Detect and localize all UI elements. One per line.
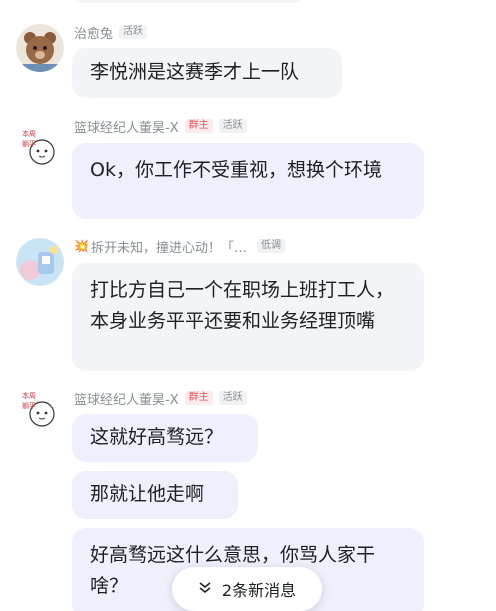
svg-text:本周: 本周 [22, 129, 36, 138]
group-owner-badge: 群主 [184, 119, 213, 133]
sender-name[interactable]: 篮球经纪人董昊-X [74, 117, 179, 136]
avatar[interactable] [16, 238, 64, 286]
avatar[interactable]: 本周 躺平 [16, 124, 64, 172]
low-key-badge: 低调 [256, 239, 285, 253]
avatar[interactable] [16, 24, 64, 72]
active-badge: 活跃 [119, 25, 148, 39]
message-bubble[interactable]: 李悦洲是这赛季才上一队 [72, 48, 342, 98]
cartoon-doodle-avatar-icon: 本周 躺平 [16, 386, 64, 434]
svg-text:躺平: 躺平 [22, 401, 36, 410]
teddy-bear-avatar-icon [16, 24, 64, 72]
message-bubble[interactable]: 那就让他走啊 [72, 471, 238, 519]
double-chevron-down-icon [198, 580, 212, 599]
active-badge: 活跃 [218, 391, 247, 405]
message-text: 那就让他走啊 [90, 483, 205, 505]
message-bubble[interactable]: 打比方自己一个在职场上班打工人，本身业务平平还要和业务经理顶嘴 [72, 263, 424, 371]
sender-name[interactable]: 拆开未知，撞进心动！「… [91, 237, 247, 256]
new-messages-label: 2条新消息 [221, 581, 297, 600]
active-badge: 活跃 [218, 119, 247, 133]
sender-name[interactable]: 治愈兔 [74, 23, 113, 42]
burst-emoji-icon: 💥 [74, 239, 89, 253]
svg-text:本周: 本周 [22, 391, 36, 400]
figure-avatar-icon [16, 238, 64, 286]
sender-name[interactable]: 篮球经纪人董昊-X [74, 389, 179, 408]
message-text: 李悦洲是这赛季才上一队 [90, 61, 300, 83]
message-text: 打比方自己一个在职场上班打工人，本身业务平平还要和业务经理顶嘴 [90, 279, 395, 332]
message-text: 这就好高骛远？ [90, 426, 224, 448]
message-bubble[interactable]: Ok，你工作不受重视，想换个环境 [72, 143, 424, 219]
message-bubble[interactable]: 这就好高骛远？ [72, 414, 258, 462]
message-text: Ok，你工作不受重视，想换个环境 [90, 159, 382, 181]
new-messages-button[interactable]: 2条新消息 [172, 567, 322, 611]
svg-text:躺平: 躺平 [22, 139, 36, 148]
avatar[interactable]: 本周 躺平 [16, 386, 64, 434]
previous-message-bubble [72, 0, 304, 3]
cartoon-doodle-avatar-icon: 本周 躺平 [16, 124, 64, 172]
group-owner-badge: 群主 [184, 391, 213, 405]
